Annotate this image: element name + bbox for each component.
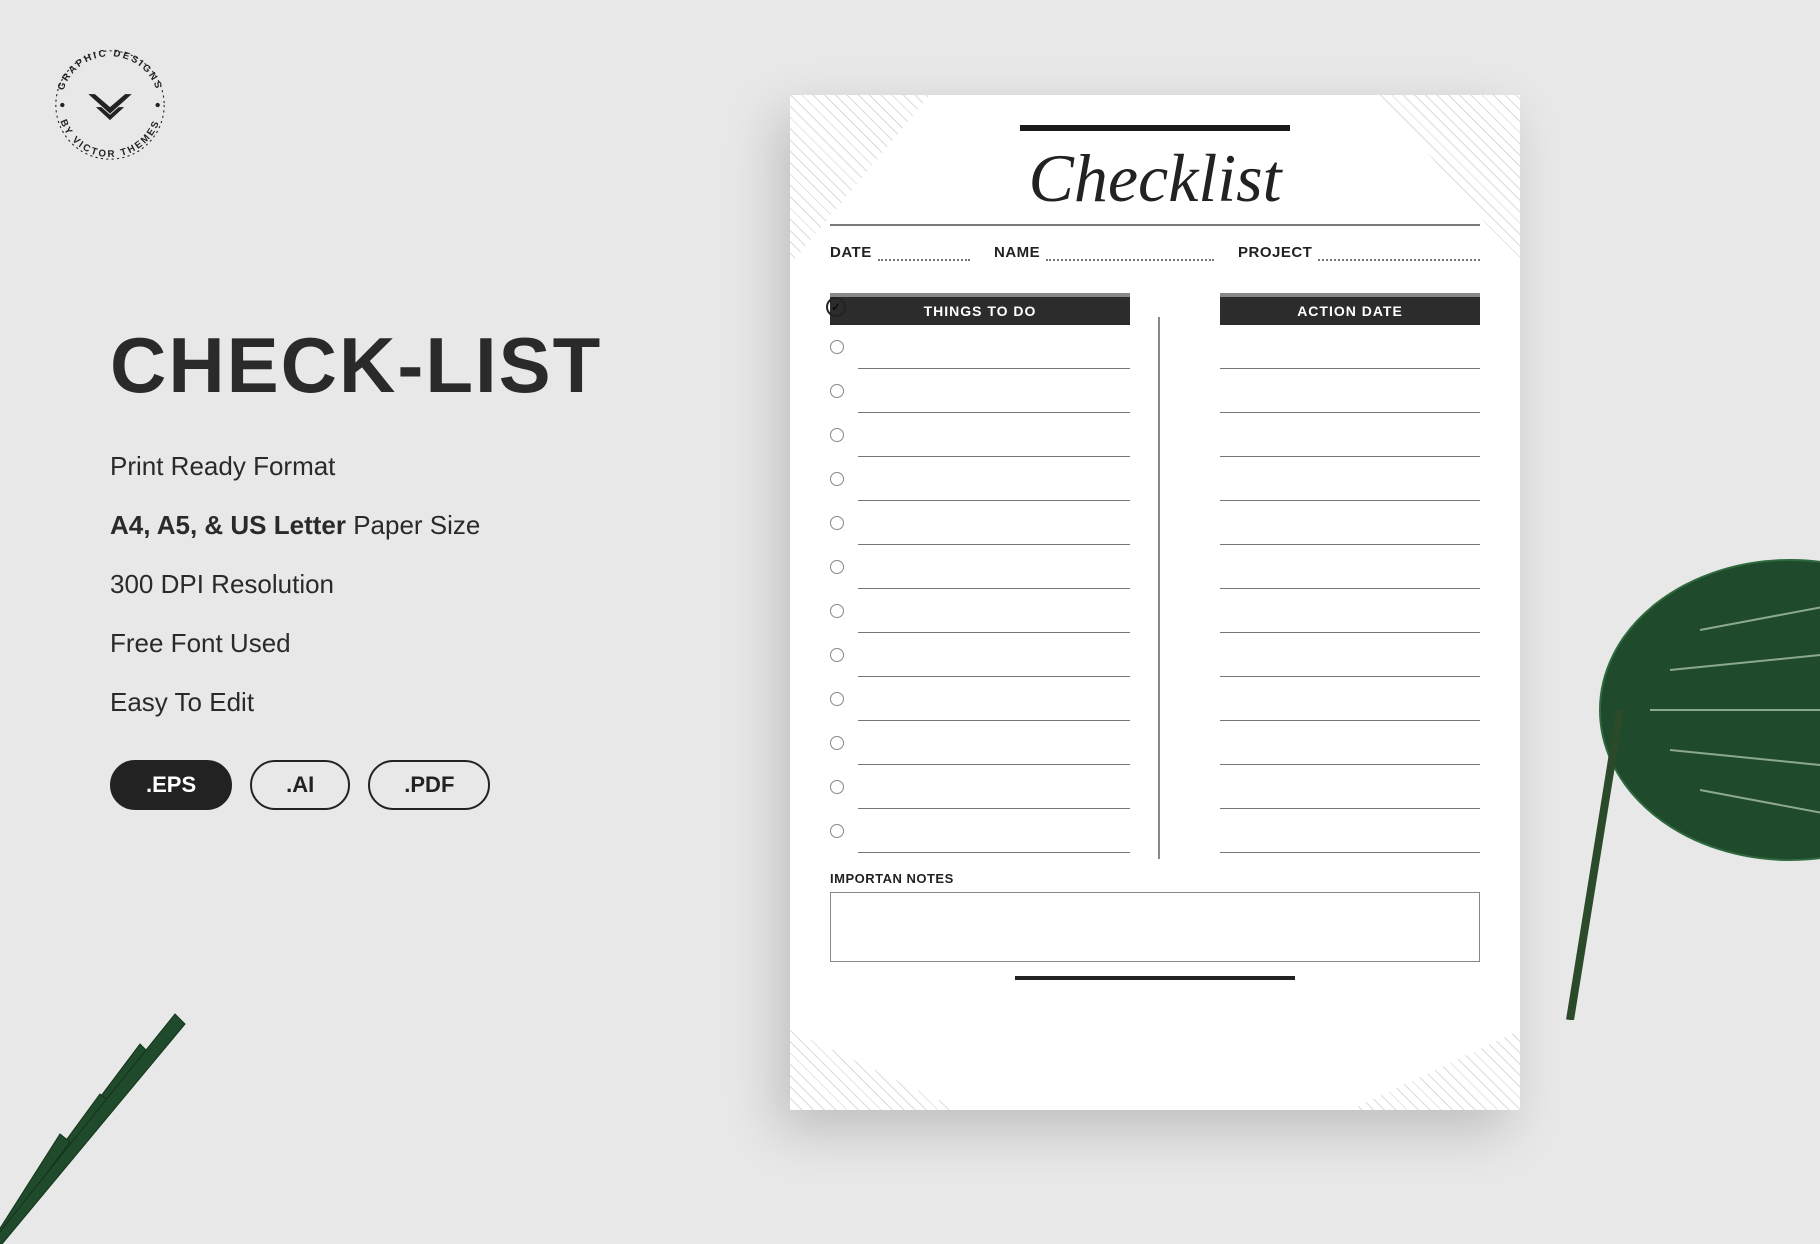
- checkbox-circle-icon: [830, 692, 844, 706]
- check-icon: ✓: [826, 297, 846, 317]
- checkbox-circle-icon: [830, 780, 844, 794]
- action-date-row: [1220, 721, 1480, 765]
- hatch-decoration: [790, 1030, 960, 1110]
- todo-row: [858, 545, 1130, 589]
- todo-row: [858, 501, 1130, 545]
- pill-pdf: .PDF: [368, 760, 490, 810]
- todo-row: [858, 589, 1130, 633]
- feature-paper-size: A4, A5, & US Letter Paper Size: [110, 510, 710, 541]
- feature-edit: Easy To Edit: [110, 687, 710, 718]
- checkbox-circle-icon: [830, 516, 844, 530]
- pill-ai: .AI: [250, 760, 350, 810]
- svg-text:BY VICTOR THEMES: BY VICTOR THEMES: [58, 118, 163, 160]
- checkbox-circle-icon: [830, 428, 844, 442]
- leaf-decoration-right: [1530, 520, 1820, 1020]
- action-date-row: [1220, 765, 1480, 809]
- title-bar-top: [1020, 125, 1290, 131]
- checkbox-circle-icon: [830, 736, 844, 750]
- hatch-decoration: [1350, 1030, 1520, 1110]
- checkbox-circle-icon: [830, 560, 844, 574]
- divider: [830, 224, 1480, 226]
- marketing-copy: CHECK-LIST Print Ready Format A4, A5, & …: [110, 320, 710, 810]
- checkbox-circle-icon: [830, 824, 844, 838]
- action-date-row: [1220, 589, 1480, 633]
- action-date-row: [1220, 457, 1480, 501]
- title-bar-bottom: [1015, 976, 1295, 980]
- field-name: NAME: [994, 244, 1214, 261]
- brand-logo: GRAPHIC DESIGNS BY VICTOR THEMES: [45, 40, 175, 170]
- action-date-row: [1220, 677, 1480, 721]
- tab-action: ACTION DATE: [1220, 297, 1480, 325]
- field-date: DATE: [830, 244, 970, 261]
- todo-row: [858, 413, 1130, 457]
- headline: CHECK-LIST: [110, 320, 710, 411]
- field-project: PROJECT: [1238, 244, 1480, 261]
- action-date-row: [1220, 369, 1480, 413]
- svg-text:GRAPHIC DESIGNS: GRAPHIC DESIGNS: [56, 48, 165, 92]
- todo-row: [858, 325, 1130, 369]
- tab-things: THINGS TO DO: [830, 297, 1130, 325]
- checkbox-circle-icon: [830, 472, 844, 486]
- todo-row: [858, 369, 1130, 413]
- column-things-to-do: THINGS TO DO: [830, 293, 1130, 853]
- todo-row: [858, 633, 1130, 677]
- vertical-separator: [1158, 317, 1160, 859]
- action-date-row: [1220, 633, 1480, 677]
- meta-row: DATE NAME PROJECT: [830, 244, 1480, 261]
- notes-box: [830, 892, 1480, 962]
- paper-title: Checklist: [830, 139, 1480, 218]
- action-date-row: [1220, 809, 1480, 853]
- action-date-row: [1220, 545, 1480, 589]
- todo-row: [858, 765, 1130, 809]
- action-date-row: [1220, 325, 1480, 369]
- feature-print-ready: Print Ready Format: [110, 451, 710, 482]
- checkbox-circle-icon: [830, 648, 844, 662]
- todo-row: [858, 721, 1130, 765]
- feature-font: Free Font Used: [110, 628, 710, 659]
- todo-row: [858, 457, 1130, 501]
- todo-row: [858, 809, 1130, 853]
- todo-row: [858, 677, 1130, 721]
- column-action-date: ACTION DATE: [1220, 293, 1480, 853]
- action-date-row: [1220, 413, 1480, 457]
- columns: ✓ THINGS TO DO ACTION DATE: [830, 293, 1480, 853]
- checkbox-circle-icon: [830, 384, 844, 398]
- checkbox-circle-icon: [830, 340, 844, 354]
- leaf-decoration-left: [0, 984, 250, 1244]
- feature-dpi: 300 DPI Resolution: [110, 569, 710, 600]
- pill-eps: .EPS: [110, 760, 232, 810]
- checkbox-circle-icon: [830, 604, 844, 618]
- format-pills: .EPS .AI .PDF: [110, 760, 710, 810]
- action-date-row: [1220, 501, 1480, 545]
- notes-label: IMPORTAN NOTES: [830, 871, 1480, 886]
- checklist-paper: Checklist DATE NAME PROJECT ✓ THINGS TO …: [790, 95, 1520, 1110]
